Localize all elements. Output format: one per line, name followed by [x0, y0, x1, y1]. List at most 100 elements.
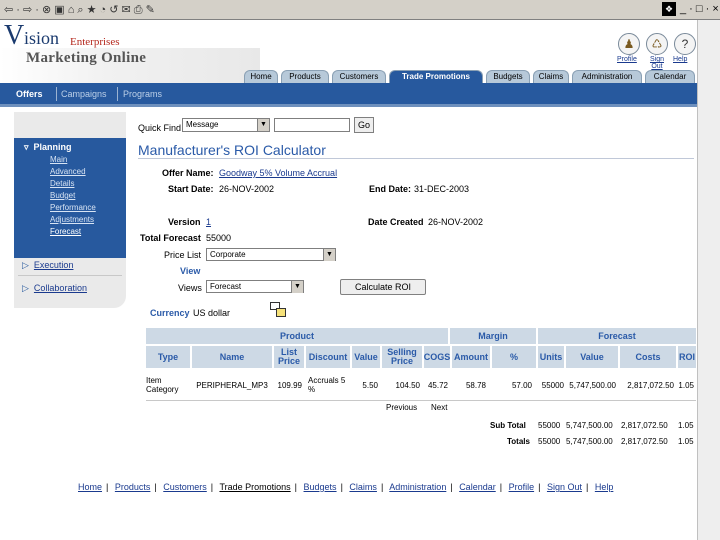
- start-date-label: Start Date:: [168, 184, 214, 194]
- currency-value: US dollar: [193, 308, 231, 318]
- tab-administration[interactable]: Administration: [572, 70, 642, 83]
- subtab-programs[interactable]: Programs: [123, 89, 162, 99]
- go-button[interactable]: Go: [354, 117, 374, 133]
- footer-claims[interactable]: Claims: [349, 482, 377, 492]
- nav-collaboration[interactable]: Collaboration: [22, 283, 87, 294]
- nav-item-performance[interactable]: Performance: [50, 203, 96, 212]
- help-button[interactable]: ? Help: [673, 33, 697, 63]
- signout-icon: ♺: [646, 33, 668, 55]
- table-cell-costs: 2,817,072.50: [627, 380, 674, 390]
- start-date-value: 26-NOV-2002: [219, 184, 275, 194]
- calculate-roi-button[interactable]: Calculate ROI: [340, 279, 426, 295]
- col-header-selling-price: Selling Price: [382, 346, 422, 368]
- group-header-product: Product: [146, 328, 448, 344]
- version-link[interactable]: 1: [206, 217, 211, 227]
- table-cell-discount: Accruals 5 %: [308, 376, 346, 394]
- browser-nav-icons[interactable]: ⇦ · ⇨ · ⊗ ▣ ⌂ ⌕ ★ ◔ ↺ ✉ ⎙ ✎: [4, 3, 155, 17]
- tab-calendar[interactable]: Calendar: [645, 70, 695, 83]
- totals-value: 5,747,500.00: [566, 437, 613, 446]
- currency-label: Currency: [150, 308, 190, 318]
- footer-calendar[interactable]: Calendar: [459, 482, 496, 492]
- views-select[interactable]: Forecast ▼: [206, 280, 304, 293]
- col-header-name: Name: [192, 346, 272, 368]
- totals-costs: 2,817,072.50: [621, 437, 668, 446]
- title-divider: [138, 158, 694, 159]
- footer-links: Home | Products | Customers | Trade Promoti…: [78, 482, 614, 492]
- footer-products[interactable]: Products: [115, 482, 151, 492]
- tab-home[interactable]: Home: [244, 70, 278, 83]
- col-header-type: Type: [146, 346, 190, 368]
- subtotal-costs: 2,817,072.50: [621, 421, 668, 430]
- tab-trade-promotions[interactable]: Trade Promotions: [389, 70, 483, 84]
- nav-item-details[interactable]: Details: [50, 179, 74, 188]
- footer-profile[interactable]: Profile: [509, 482, 535, 492]
- table-cell-units: 55000: [541, 380, 564, 390]
- offer-name-link[interactable]: Goodway 5% Volume Accrual: [219, 168, 337, 178]
- col-header-percent: %: [492, 346, 536, 368]
- footer-signout[interactable]: Sign Out: [547, 482, 582, 492]
- col-header-roi: ROI: [678, 346, 696, 368]
- col-header-costs: Costs: [620, 346, 676, 368]
- profile-icon: ♟: [618, 33, 640, 55]
- help-label: Help: [673, 56, 688, 63]
- next-link[interactable]: Next: [431, 403, 447, 412]
- export-icon[interactable]: [270, 302, 288, 318]
- quick-find-input[interactable]: [274, 118, 350, 132]
- col-header-amount: Amount: [452, 346, 490, 368]
- chevron-down-icon[interactable]: ▼: [323, 249, 335, 261]
- nav-planning-header[interactable]: ▿ Planning: [24, 142, 72, 153]
- subtotal-units: 55000: [538, 421, 561, 430]
- tab-products[interactable]: Products: [281, 70, 329, 83]
- profile-button[interactable]: ♟ Profile: [617, 33, 641, 63]
- nav-item-advanced[interactable]: Advanced: [50, 167, 86, 176]
- help-icon: ?: [674, 33, 696, 55]
- col-header-discount: Discount: [306, 346, 350, 368]
- footer-help[interactable]: Help: [595, 482, 614, 492]
- nav-item-forecast[interactable]: Forecast: [50, 227, 81, 236]
- side-nav: ▿ Planning Main Advanced Details Budget P…: [14, 112, 126, 308]
- chevron-down-icon[interactable]: ▼: [257, 119, 269, 131]
- table-cell-type: Item Category: [146, 376, 179, 394]
- group-header-forecast: Forecast: [538, 328, 696, 344]
- subtab-divider: [117, 87, 118, 101]
- nav-execution[interactable]: Execution: [22, 260, 74, 271]
- table-cell-roi: 1.05: [678, 380, 694, 390]
- price-list-select[interactable]: Corporate ▼: [206, 248, 336, 261]
- totals-label: Totals: [507, 437, 530, 446]
- signout-label: Sign Out: [649, 56, 664, 70]
- end-date-value: 31-DEC-2003: [414, 184, 470, 194]
- profile-label: Profile: [617, 56, 637, 63]
- subtab-bar: Offers Campaigns Programs: [0, 83, 697, 107]
- vertical-scrollbar[interactable]: [697, 20, 720, 540]
- chevron-down-icon[interactable]: ▼: [291, 281, 303, 293]
- footer-customers[interactable]: Customers: [163, 482, 207, 492]
- group-header-margin: Margin: [450, 328, 536, 344]
- nav-item-budget[interactable]: Budget: [50, 191, 75, 200]
- nav-item-adjustments[interactable]: Adjustments: [50, 215, 94, 224]
- subtab-offers[interactable]: Offers: [16, 89, 43, 99]
- tab-budgets[interactable]: Budgets: [486, 70, 530, 83]
- previous-link[interactable]: Previous: [386, 403, 417, 412]
- footer-home[interactable]: Home: [78, 482, 102, 492]
- tab-customers[interactable]: Customers: [332, 70, 386, 83]
- footer-administration[interactable]: Administration: [389, 482, 446, 492]
- footer-trade-promotions[interactable]: Trade Promotions: [219, 482, 290, 492]
- subtab-campaigns[interactable]: Campaigns: [61, 89, 107, 99]
- table-cell-percent: 57.00: [511, 380, 532, 390]
- end-date-label: End Date:: [369, 184, 412, 194]
- triangle-down-icon: ▿: [24, 142, 29, 152]
- footer-budgets[interactable]: Budgets: [304, 482, 337, 492]
- signout-button[interactable]: ♺ Sign Out: [645, 33, 669, 70]
- app-name: Marketing Online: [26, 50, 147, 66]
- quick-find-select[interactable]: Message ▼: [182, 118, 270, 132]
- nav-item-main[interactable]: Main: [50, 155, 67, 164]
- totals-roi: 1.05: [678, 437, 694, 446]
- row-divider: [146, 400, 696, 401]
- col-header-units: Units: [538, 346, 564, 368]
- side-nav-planning: ▿ Planning Main Advanced Details Budget P…: [14, 138, 126, 258]
- col-header-value: Value: [352, 346, 380, 368]
- tab-claims[interactable]: Claims: [533, 70, 569, 83]
- window-controls[interactable]: _ · □ · ×: [680, 3, 719, 15]
- logo-enterprises: Enterprises: [70, 36, 120, 48]
- subtotal-value: 5,747,500.00: [566, 421, 613, 430]
